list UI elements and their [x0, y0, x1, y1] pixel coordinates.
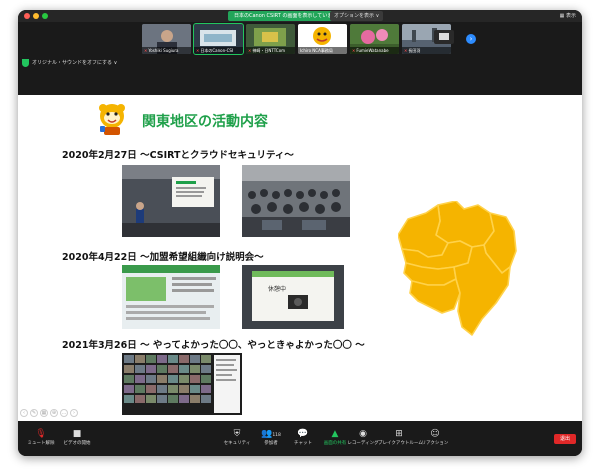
prev-slide-icon[interactable]: ‹: [20, 409, 28, 417]
video-camera-icon: ■: [72, 429, 82, 439]
participant-thumbnail[interactable]: ✕神崎・日NTTCom: [246, 24, 295, 54]
camera-off-placeholder: [439, 33, 449, 40]
muted-mic-icon: ✕: [404, 48, 408, 53]
event-photo: [122, 353, 242, 415]
event-title: 2021年3月26日 〜 やってよかった〇〇、やっときゃよかった〇〇 〜: [62, 340, 365, 351]
participant-strip: ✕Yoshiki Sugiura ✕日本のCanon-CSI ✕神崎・日NTTC…: [18, 22, 582, 56]
chat-panel: [214, 355, 240, 413]
participant-name-tag: ✕日本のCanon-CSI: [194, 47, 243, 54]
participant-name: 長田羽: [408, 48, 421, 53]
grid-view-icon[interactable]: ▦: [40, 409, 48, 417]
participant-name-tag: ✕長田羽: [402, 47, 451, 54]
original-sound-toggle[interactable]: オリジナル・サウンドをオフにする ∨: [32, 59, 117, 67]
event-title: 2020年2月27日 〜CSIRTとクラウドセキュリティ〜: [62, 150, 294, 161]
meeting-toolbar: 🎙 ミュート解除 ■ ビデオの開始 ⛨ セキュリティ 👥118 参加者 💬 チャ…: [18, 424, 582, 456]
participant-thumbnail[interactable]: [434, 30, 454, 44]
muted-mic-icon: ✕: [144, 48, 148, 53]
participant-name-tag: Ichiro NCA事務局: [298, 47, 347, 54]
pen-icon[interactable]: ✎: [30, 409, 38, 417]
participant-thumbnail[interactable]: ✕FumieWatanabe: [350, 24, 399, 54]
smiley-icon: ☺: [430, 429, 440, 439]
next-slide-icon[interactable]: ›: [70, 409, 78, 417]
participant-name: Yoshiki Sugiura: [148, 48, 179, 53]
title-bar: 日本のCanon CSIRT の画面を表示しています オプションを表示 ∨ ▦ …: [18, 10, 582, 22]
muted-mic-icon: ✕: [352, 48, 356, 53]
more-icon[interactable]: …: [60, 409, 68, 417]
audio-options-bar: オリジナル・サウンドをオフにする ∨: [18, 56, 582, 70]
muted-mic-icon: ✕: [248, 48, 252, 53]
participant-name-tag: ✕FumieWatanabe: [350, 47, 399, 54]
event-title: 2020年4月22日 〜加盟希望組織向け説明会〜: [62, 252, 264, 263]
kanto-region-map: [398, 201, 517, 336]
participant-thumbnail[interactable]: ✕Yoshiki Sugiura: [142, 24, 191, 54]
participant-name: 日本のCanon-CSI: [200, 48, 234, 53]
reactions-button[interactable]: ☺ リアクション: [414, 428, 456, 448]
minimize-window-button[interactable]: [33, 13, 39, 19]
event-photo: 休憩中: [242, 265, 344, 329]
close-window-button[interactable]: [24, 13, 30, 19]
mascot-logo: [99, 104, 125, 135]
view-options-button[interactable]: オプションを表示 ∨: [330, 11, 384, 21]
zoom-window-button[interactable]: [42, 13, 48, 19]
zoom-window: 日本のCanon CSIRT の画面を表示しています オプションを表示 ∨ ▦ …: [18, 10, 582, 456]
muted-mic-icon: ✕: [196, 48, 200, 53]
event-photo: [122, 265, 220, 329]
event-photo: [122, 165, 220, 237]
start-video-label: ビデオの開始: [63, 441, 91, 446]
shield-icon: [22, 59, 29, 67]
participant-name: 神崎・日NTTCom: [252, 48, 286, 53]
event-photo: [242, 165, 350, 237]
participant-name: Ichiro NCA事務局: [300, 48, 333, 53]
next-page-arrow-icon[interactable]: ›: [466, 34, 476, 44]
view-mode-button[interactable]: ▦ 表示: [560, 11, 576, 21]
slide-title: 関東地区の活動内容: [142, 114, 268, 130]
slide-controls: ‹ ✎ ▦ ⊕… ›: [20, 399, 80, 418]
view-mode-label: 表示: [565, 13, 576, 19]
slide-photo-label: 休憩中: [268, 285, 286, 293]
reactions-label: リアクション: [421, 441, 449, 446]
participant-thumbnail[interactable]: ✕日本のCanon-CSI: [193, 23, 244, 55]
screen-share-banner: 日本のCanon CSIRT の画面を表示しています: [228, 11, 344, 21]
shared-slide: 関東地区の活動内容 2020年2月27日 〜CSIRTとクラウドセキュリティ〜: [18, 95, 582, 421]
participant-name-tag: ✕神崎・日NTTCom: [246, 47, 295, 54]
participant-name: FumieWatanabe: [356, 48, 389, 53]
participant-thumbnail[interactable]: Ichiro NCA事務局: [298, 24, 347, 54]
start-video-button[interactable]: ■ ビデオの開始: [56, 428, 98, 448]
participants-count: 118: [272, 433, 281, 438]
zoom-icon[interactable]: ⊕: [50, 409, 58, 417]
leave-meeting-button[interactable]: 退出: [554, 434, 576, 444]
participant-name-tag: ✕Yoshiki Sugiura: [142, 47, 191, 54]
